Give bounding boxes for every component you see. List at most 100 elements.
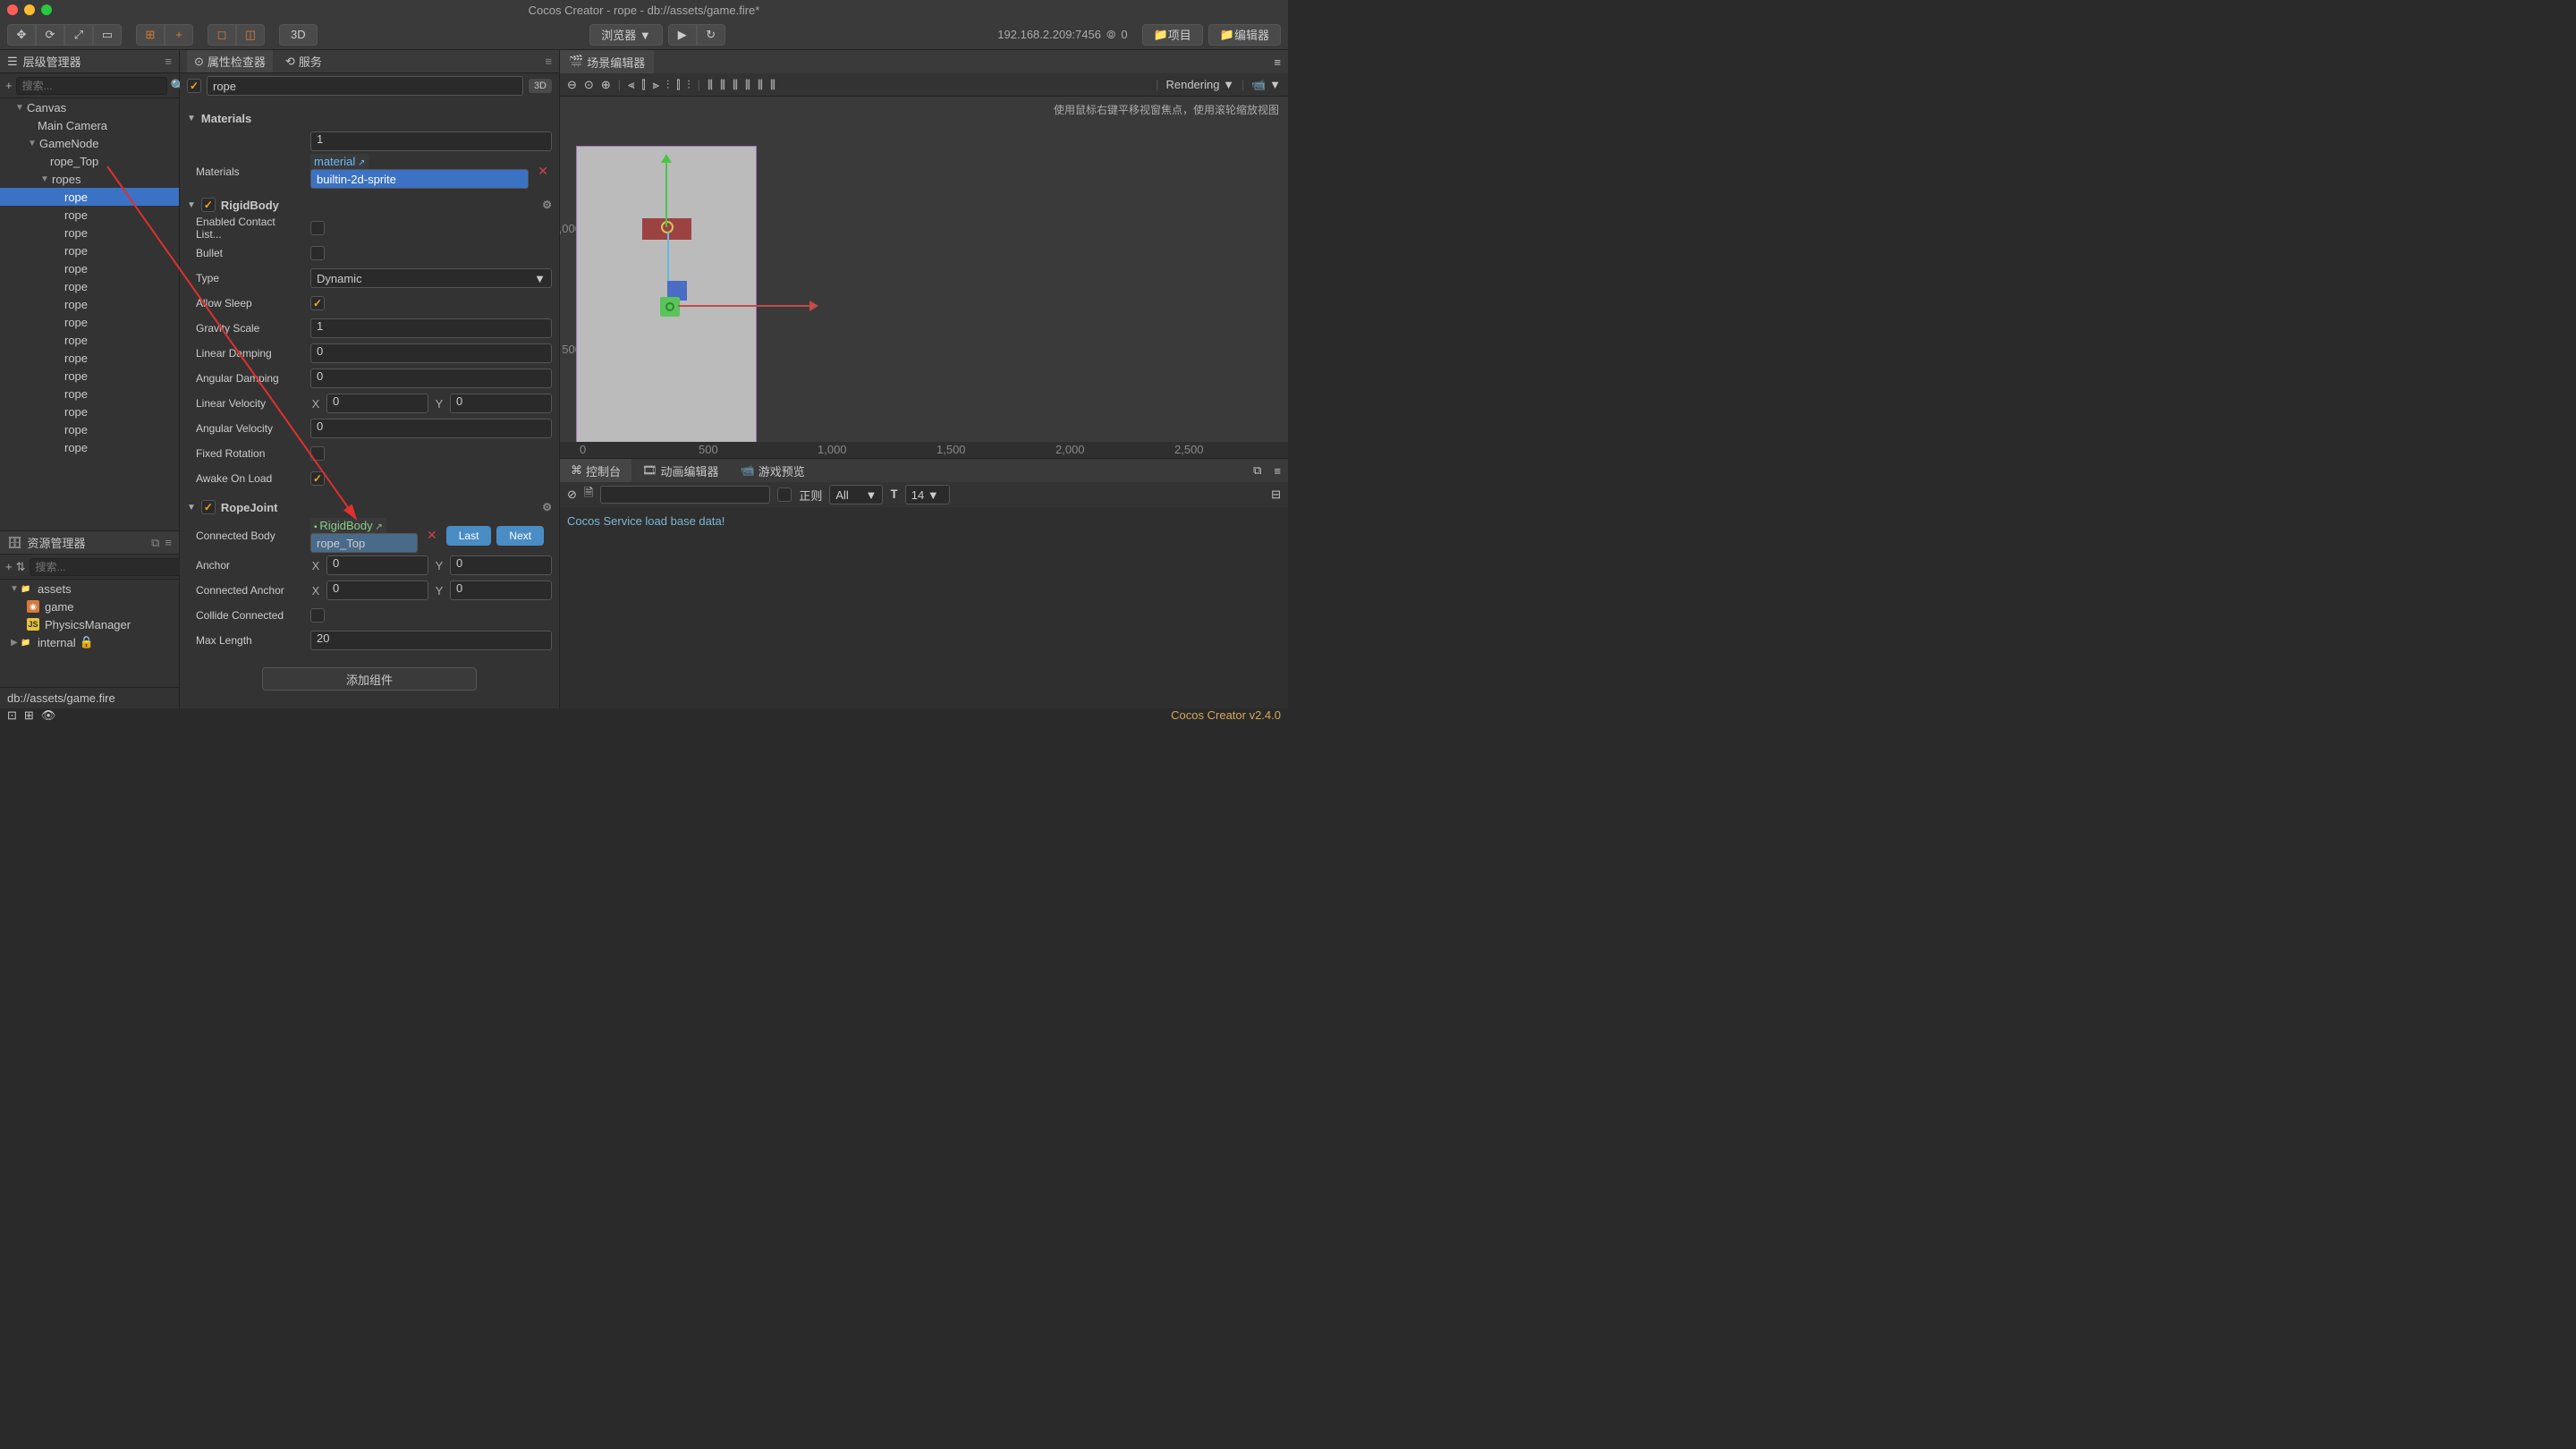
clear-connected-body-button[interactable]: ✕ bbox=[423, 528, 441, 543]
linear-damping-input[interactable]: 0 bbox=[310, 343, 552, 363]
angular-velocity-input[interactable]: 0 bbox=[310, 419, 552, 438]
scene-editor-tab[interactable]: 🎬 场景编辑器 bbox=[560, 50, 654, 73]
collapse-console-button[interactable]: ⊟ bbox=[1271, 487, 1281, 502]
asset-folder-internal[interactable]: ▶📁internal 🔒 bbox=[0, 633, 179, 651]
create-asset-button[interactable]: + bbox=[5, 558, 13, 576]
tree-node-rope[interactable]: rope bbox=[0, 438, 179, 456]
regex-checkbox[interactable] bbox=[777, 487, 792, 502]
maximize-window-button[interactable] bbox=[41, 4, 52, 15]
tree-node-rope[interactable]: rope bbox=[0, 385, 179, 402]
tree-node-rope[interactable]: rope bbox=[0, 420, 179, 438]
play-button[interactable]: ▶ bbox=[668, 24, 697, 46]
minimize-window-button[interactable] bbox=[24, 4, 35, 15]
inspector-menu-icon[interactable]: ≡ bbox=[545, 55, 552, 68]
rect-tool-button[interactable]: ▭ bbox=[93, 24, 122, 46]
rigidbody-gear-icon[interactable]: ⚙ bbox=[542, 199, 552, 211]
anchor-x-input[interactable]: 0 bbox=[326, 555, 428, 575]
distribute-icon-4[interactable]: ⫼ bbox=[770, 78, 775, 92]
ropejoint-enabled-checkbox[interactable] bbox=[201, 500, 216, 514]
rotate-tool-button[interactable]: ⟳ bbox=[36, 24, 64, 46]
local-toggle-button[interactable]: + bbox=[165, 24, 193, 46]
rendering-dropdown[interactable]: Rendering ▼ bbox=[1165, 78, 1233, 91]
editor-button[interactable]: 📁 编辑器 bbox=[1208, 24, 1281, 46]
distribute-icon[interactable]: ⫼ bbox=[733, 78, 738, 92]
materials-count-input[interactable]: 1 bbox=[310, 131, 552, 151]
tree-node[interactable]: Main Camera bbox=[0, 116, 179, 134]
reload-button[interactable]: ↻ bbox=[697, 24, 725, 46]
allow-sleep-checkbox[interactable] bbox=[310, 296, 325, 310]
connected-anchor-y-input[interactable]: 0 bbox=[450, 580, 552, 600]
console-fontsize-select[interactable]: 14 ▼ bbox=[905, 485, 950, 504]
assets-menu-icon[interactable]: ≡ bbox=[165, 536, 172, 549]
connected-anchor-x-input[interactable]: 0 bbox=[326, 580, 428, 600]
tree-node-rope[interactable]: rope bbox=[0, 277, 179, 295]
close-window-button[interactable] bbox=[7, 4, 18, 15]
asset-physics-manager[interactable]: JSPhysicsManager bbox=[0, 615, 179, 633]
tree-node-rope[interactable]: rope bbox=[0, 349, 179, 367]
camera-icon[interactable]: 📹 ▼ bbox=[1251, 78, 1281, 92]
align-bottom-icon[interactable]: ⫶ bbox=[687, 78, 690, 92]
tree-node-canvas[interactable]: ▼Canvas bbox=[0, 98, 179, 116]
clear-console-button[interactable]: ⊘ bbox=[567, 487, 577, 502]
linear-velocity-y-input[interactable]: 0 bbox=[450, 394, 552, 413]
create-node-button[interactable]: + bbox=[5, 77, 13, 95]
pivot-toggle-button[interactable]: ⊞ bbox=[136, 24, 165, 46]
tree-node-rope[interactable]: rope bbox=[0, 313, 179, 331]
linear-velocity-x-input[interactable]: 0 bbox=[326, 394, 428, 413]
node-active-checkbox[interactable] bbox=[187, 79, 201, 93]
anchor-y-input[interactable]: 0 bbox=[450, 555, 552, 575]
game-preview-tab[interactable]: 📹 游戏预览 bbox=[730, 459, 816, 482]
enabled-contact-checkbox[interactable] bbox=[310, 221, 325, 235]
rigidbody-section-header[interactable]: ▼ RigidBody ⚙ bbox=[187, 194, 552, 216]
assets-tree[interactable]: ▼📁assets ◉game JSPhysicsManager ▶📁intern… bbox=[0, 580, 179, 687]
move-tool-button[interactable]: ✥ bbox=[7, 24, 36, 46]
console-output[interactable]: Cocos Service load base data! bbox=[560, 507, 1288, 708]
console-filter-input[interactable] bbox=[600, 486, 770, 504]
angular-damping-input[interactable]: 0 bbox=[310, 369, 552, 388]
max-length-input[interactable]: 20 bbox=[310, 631, 552, 650]
hierarchy-menu-icon[interactable]: ≡ bbox=[165, 55, 172, 68]
zoom-reset-icon[interactable]: ⊙ bbox=[584, 78, 594, 92]
align-right-icon[interactable]: ⫸ bbox=[653, 78, 659, 92]
distribute-icon-3[interactable]: ⫼ bbox=[758, 78, 763, 92]
scene-viewport[interactable]: 使用鼠标右键平移视窗焦点，使用滚轮缩放视图 1,000 500 0 0 500 … bbox=[560, 97, 1288, 458]
materials-section-header[interactable]: ▼Materials bbox=[187, 107, 552, 129]
console-tab[interactable]: ⌘ 控制台 bbox=[560, 459, 631, 482]
fixed-rotation-checkbox[interactable] bbox=[310, 446, 325, 461]
tree-node-rope-selected[interactable]: rope bbox=[0, 188, 179, 206]
tree-node-rope[interactable]: rope bbox=[0, 331, 179, 349]
node-name-input[interactable] bbox=[207, 76, 523, 96]
console-menu-icon[interactable]: ≡ bbox=[1267, 464, 1288, 478]
add-component-button[interactable]: 添加组件 bbox=[262, 667, 477, 691]
asset-folder-assets[interactable]: ▼📁assets bbox=[0, 580, 179, 597]
3d-toggle-button[interactable]: 3D bbox=[279, 24, 318, 46]
align-top-icon[interactable]: ⫶ bbox=[666, 78, 669, 92]
tree-node-rope[interactable]: rope bbox=[0, 295, 179, 313]
assets-search-input[interactable] bbox=[30, 558, 181, 576]
bullet-checkbox[interactable] bbox=[310, 246, 325, 260]
zoom-in-icon[interactable]: ⊕ bbox=[601, 78, 611, 92]
collide-connected-checkbox[interactable] bbox=[310, 608, 325, 623]
animation-editor-tab[interactable]: 🎞 动画编辑器 bbox=[631, 459, 730, 482]
scene-menu-icon[interactable]: ≡ bbox=[1267, 55, 1288, 69]
console-popout-icon[interactable]: ⧉ bbox=[1248, 463, 1267, 478]
status-icon[interactable]: ⊡ bbox=[7, 708, 17, 723]
gravity-scale-input[interactable]: 1 bbox=[310, 318, 552, 338]
tree-node-rope[interactable]: rope bbox=[0, 402, 179, 420]
connected-body-input[interactable]: rope_Top bbox=[310, 533, 418, 553]
tree-node[interactable]: ▼GameNode bbox=[0, 134, 179, 152]
tree-node-rope-top[interactable]: rope_Top bbox=[0, 152, 179, 170]
tree-node-rope[interactable]: rope bbox=[0, 206, 179, 224]
sort-button[interactable]: ⇅ bbox=[16, 558, 26, 576]
hierarchy-search-input[interactable] bbox=[16, 77, 167, 95]
clear-material-button[interactable]: ✕ bbox=[534, 164, 552, 179]
distribute-v-icon[interactable]: ⫼ bbox=[720, 78, 725, 92]
services-tab[interactable]: ⟲服务 bbox=[278, 50, 329, 72]
console-level-select[interactable]: All▼ bbox=[829, 485, 883, 504]
align-center-v-icon[interactable]: ⫿ bbox=[676, 78, 680, 92]
last-button[interactable]: Last bbox=[446, 526, 492, 546]
project-button[interactable]: 📁 项目 bbox=[1142, 24, 1203, 46]
preview-target-dropdown[interactable]: 浏览器 ▼ bbox=[589, 24, 662, 46]
gizmo-y-axis[interactable] bbox=[665, 156, 667, 227]
anchor-toggle-button[interactable]: ◻ bbox=[208, 24, 236, 46]
